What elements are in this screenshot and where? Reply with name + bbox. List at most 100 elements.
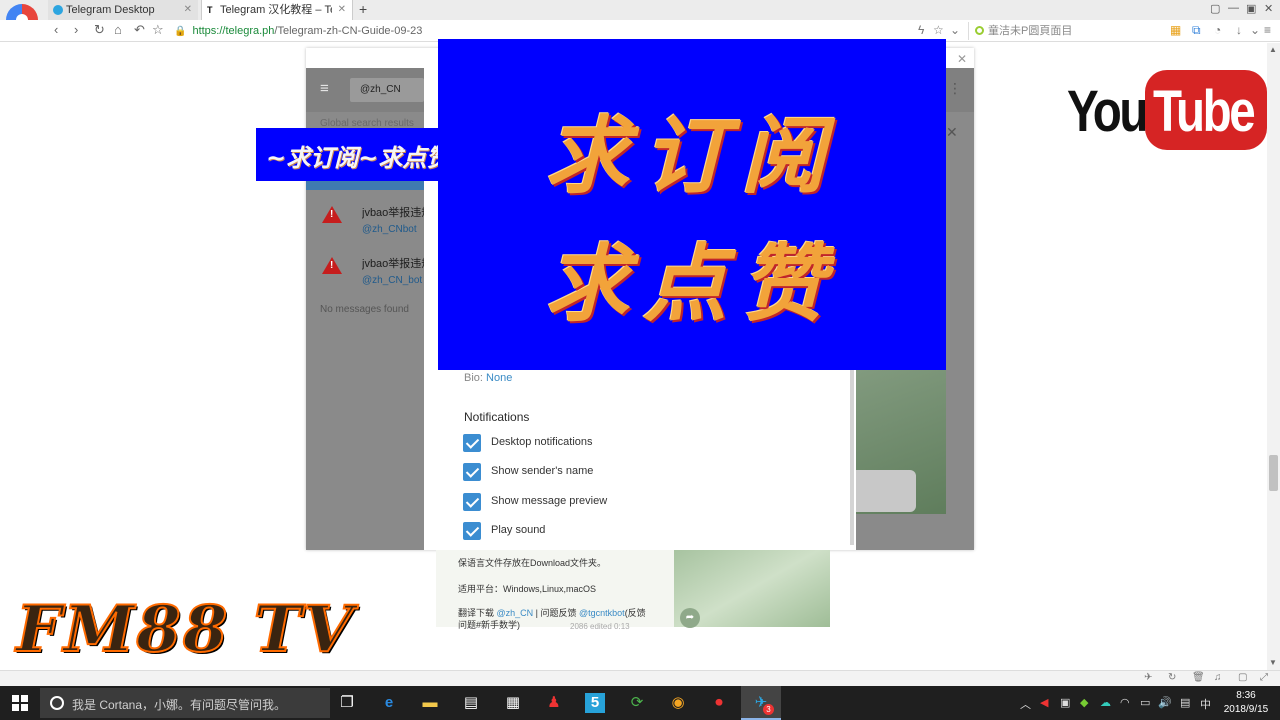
restore-icon[interactable]: ▢	[1210, 2, 1220, 15]
clock-time: 8:36	[1236, 690, 1256, 701]
result-name: jvbao举报违规	[362, 258, 424, 270]
tab-telegram-guide[interactable]: T Telegram 汉化教程 – Te ✕	[201, 0, 353, 20]
url-field[interactable]: 🔒 https://telegra.ph/Telegram-zh-CN-Guide…	[174, 22, 962, 40]
tray-shield-icon[interactable]: ◆	[1080, 696, 1088, 709]
telegram-search: @zh_CN	[350, 78, 424, 102]
home-icon[interactable]: ⌂	[114, 22, 122, 37]
edge-icon[interactable]: e	[379, 693, 399, 713]
message-line: 适用平台：Windows,Linux,macOS	[458, 584, 597, 594]
close-icon[interactable]: ✕	[338, 0, 346, 20]
no-messages-label: No messages found	[320, 304, 409, 315]
message-meta: 2086 edited 0:13	[570, 622, 630, 631]
checkbox-checked-icon	[463, 463, 481, 481]
browser-taskbar-icon[interactable]: ◉	[668, 693, 688, 713]
ime-indicator[interactable]: 中	[1200, 696, 1211, 712]
menu-icon[interactable]: ≡	[1264, 23, 1271, 37]
app-5-icon[interactable]: 5	[585, 693, 605, 713]
unread-badge: 3	[763, 704, 774, 715]
refresh-alt-icon[interactable]: ◔	[1214, 23, 1221, 37]
settings-panel	[424, 365, 856, 550]
youtube-tube: Tube	[1153, 79, 1256, 144]
translate-icon[interactable]: ⧉	[1192, 23, 1201, 38]
settings-scrollbar	[850, 365, 854, 545]
result-handle: @zh_CN_bot	[362, 275, 423, 286]
notification-icon[interactable]: ▤	[1180, 696, 1190, 709]
url-path: /Telegram-zh-CN-Guide-09-23	[274, 25, 423, 37]
speaker-icon[interactable]: 🔊	[1158, 696, 1172, 709]
list-item: ! jvbao举报违规 @zh_CNbot	[306, 196, 424, 246]
trash-icon[interactable]: 🗑	[1192, 672, 1205, 683]
calculator-icon[interactable]: ▦	[503, 693, 523, 713]
message-text: (反馈	[624, 608, 646, 618]
screen: Telegram Desktop ✕ T Telegram 汉化教程 – Te …	[0, 0, 1280, 720]
message-link: @zh_CN	[496, 608, 534, 618]
scroll-thumb[interactable]	[1269, 455, 1278, 491]
chevron-down-icon[interactable]: ⌄	[1250, 23, 1260, 37]
tray-mute-icon[interactable]: ◀	[1040, 696, 1048, 709]
volume-icon[interactable]: ♫	[1214, 672, 1222, 683]
new-tab-button[interactable]: +	[359, 0, 367, 18]
scroll-down-icon[interactable]: ▼	[1269, 658, 1277, 667]
telegram-taskbar-button[interactable]: ✈ 3	[741, 686, 781, 720]
window-icon[interactable]: ▢	[1238, 672, 1247, 683]
store-icon[interactable]: ▤	[461, 693, 481, 713]
close-icon[interactable]: ✕	[184, 0, 192, 20]
search-engine-icon	[975, 26, 984, 35]
telegraph-icon: T	[207, 5, 213, 15]
scrolling-ticker: ~求订阅~求点赞~	[256, 128, 438, 181]
task-view-icon[interactable]: ❐	[337, 693, 357, 713]
message-bubble	[846, 470, 916, 512]
refresh-icon[interactable]: ↻	[1168, 672, 1176, 683]
bookmark-star-icon[interactable]: ☆	[933, 23, 944, 37]
tray-cloud-icon[interactable]: ☁	[1100, 696, 1111, 709]
lightning-icon[interactable]: ϟ	[918, 23, 924, 37]
chevron-down-icon[interactable]: ⌄	[950, 23, 960, 37]
maximize-icon[interactable]: ▣	[1246, 2, 1256, 15]
scroll-up-icon[interactable]: ▲	[1269, 45, 1277, 54]
option-label: Play sound	[491, 524, 546, 536]
message-link: @tgcntkbot	[579, 608, 625, 618]
system-clock[interactable]: 8:36 2018/9/15	[1218, 689, 1274, 717]
recorder-icon[interactable]: ⏺	[709, 693, 729, 713]
back-icon[interactable]: ‹	[54, 22, 58, 37]
qq-icon[interactable]: ♟	[544, 693, 564, 713]
menu-icon: ≡	[320, 80, 329, 97]
undo-icon[interactable]: ↶	[134, 22, 145, 38]
cortana-search-box[interactable]: 我是 Cortana，小娜。有问题尽管问我。	[40, 688, 330, 718]
window-close-icon[interactable]: ✕	[1264, 2, 1273, 15]
checkbox-checked-icon	[463, 434, 481, 452]
star-icon[interactable]: ☆	[152, 22, 164, 38]
wifi-icon[interactable]: ◠	[1120, 696, 1130, 709]
youtube-red-box: Tube	[1145, 70, 1267, 150]
tray-expand-icon[interactable]: ︿	[1020, 696, 1031, 712]
expand-icon[interactable]: ⤢	[1260, 672, 1268, 683]
forward-icon[interactable]: ›	[74, 22, 78, 37]
reload-icon[interactable]: ↻	[94, 22, 105, 38]
close-icon: ✕	[946, 124, 958, 140]
option-label: Desktop notifications	[491, 436, 593, 448]
side-search-text: 童洁未P圆頁面目	[988, 25, 1073, 37]
refresh-app-icon[interactable]: ⟳	[627, 693, 647, 713]
cortana-placeholder: 我是 Cortana，小娜。有问题尽管问我。	[72, 698, 287, 712]
tray-app-icon[interactable]: ▣	[1060, 696, 1070, 709]
browser-status-bar: ✈ ↻ 🗑 ♫ ▢ ⤢	[0, 670, 1280, 686]
file-explorer-icon[interactable]: ▬	[420, 693, 440, 713]
windows-start-icon[interactable]	[12, 695, 28, 711]
tab-title: Telegram Desktop	[66, 4, 155, 16]
lock-icon: 🔒	[174, 26, 187, 37]
message-text: 翻译下载	[458, 608, 497, 618]
battery-icon[interactable]: ▭	[1140, 696, 1150, 709]
pin-icon[interactable]: ✈	[1144, 672, 1152, 683]
overlay-line-2: 求点赞	[544, 234, 839, 333]
option-label: Show sender's name	[491, 465, 594, 477]
tab-telegram-desktop[interactable]: Telegram Desktop ✕	[48, 0, 198, 20]
download-icon[interactable]: ↓	[1236, 23, 1242, 37]
tab-title: Telegram 汉化教程 – Te	[220, 4, 332, 16]
youtube-you: You	[1067, 79, 1148, 144]
page-scrollbar[interactable]: ▲ ▼	[1267, 43, 1280, 670]
apps-icon[interactable]: ▦	[1170, 23, 1181, 37]
youtube-logo: You Tube	[1067, 70, 1267, 152]
minimize-icon[interactable]: —	[1228, 2, 1239, 14]
side-search-box[interactable]: 童洁未P圆頁面目	[968, 22, 1160, 40]
more-icon: ⋮	[948, 80, 962, 96]
